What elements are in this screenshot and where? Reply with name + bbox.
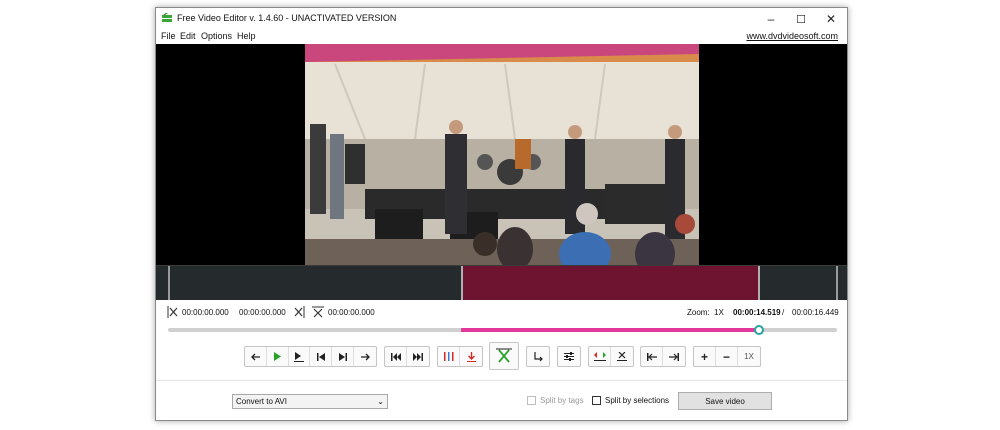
playback-controls bbox=[244, 346, 377, 367]
jump-start-icon bbox=[646, 352, 657, 361]
minimize-button[interactable]: – bbox=[756, 8, 786, 30]
next-frame-button[interactable] bbox=[354, 347, 376, 366]
app-window: Free Video Editor v. 1.4.60 - UNACTIVATE… bbox=[155, 7, 848, 421]
output-format-value: Convert to AVI bbox=[236, 397, 287, 406]
second-time: 00:00:00.000 bbox=[239, 308, 286, 317]
prev-marker-button[interactable] bbox=[310, 347, 333, 366]
save-video-button[interactable]: Save video bbox=[678, 392, 772, 410]
end-mark-icon[interactable] bbox=[293, 306, 305, 318]
skip-forward-icon bbox=[338, 352, 347, 361]
delete-selection-button[interactable] bbox=[611, 347, 633, 366]
settings-controls bbox=[557, 346, 581, 367]
download-marker-button[interactable] bbox=[460, 347, 482, 366]
video-frame-image bbox=[305, 44, 699, 265]
timeline-selection[interactable] bbox=[461, 266, 758, 300]
timeline-right-edge bbox=[836, 266, 838, 300]
prev-frame-button[interactable] bbox=[245, 347, 267, 366]
selection-end-handle[interactable] bbox=[758, 266, 760, 300]
split-by-tags-checkbox[interactable] bbox=[527, 396, 536, 405]
marker-bars-icon bbox=[443, 352, 453, 361]
menu-edit[interactable]: Edit bbox=[180, 31, 196, 41]
sliders-icon bbox=[564, 352, 574, 361]
split-controls bbox=[588, 346, 634, 367]
menu-file[interactable]: File bbox=[161, 31, 176, 41]
split-by-selections-checkbox[interactable] bbox=[592, 396, 601, 405]
timeline-track[interactable] bbox=[156, 265, 847, 300]
timeline-left-edge bbox=[168, 266, 170, 300]
window-title: Free Video Editor v. 1.4.60 - UNACTIVATE… bbox=[177, 13, 397, 23]
third-time: 00:00:00.000 bbox=[328, 308, 375, 317]
arrow-right-icon bbox=[360, 353, 370, 360]
time-separator: / bbox=[782, 308, 785, 317]
title-bar: Free Video Editor v. 1.4.60 - UNACTIVATE… bbox=[156, 8, 847, 30]
slider-thumb[interactable] bbox=[753, 325, 764, 335]
rotate-button[interactable] bbox=[527, 347, 549, 366]
menu-help[interactable]: Help bbox=[237, 31, 256, 41]
app-logo-icon bbox=[162, 13, 172, 22]
scissors-icon bbox=[496, 348, 512, 363]
total-time: 00:00:16.449 bbox=[792, 308, 839, 317]
jump-end-icon bbox=[669, 352, 679, 361]
split-button[interactable] bbox=[589, 347, 611, 366]
zoom-label: Zoom: bbox=[687, 308, 710, 317]
menu-bar: File Edit Options Help www.dvdvideosoft.… bbox=[156, 30, 847, 44]
video-preview[interactable] bbox=[156, 44, 847, 265]
rotate-icon bbox=[534, 351, 543, 361]
cut-button[interactable] bbox=[489, 342, 519, 370]
add-marker-button[interactable] bbox=[438, 347, 460, 366]
zoom-out-button[interactable]: − bbox=[716, 347, 738, 366]
maximize-button[interactable]: ☐ bbox=[786, 8, 816, 30]
go-to-start-button[interactable] bbox=[385, 347, 407, 366]
zoom-in-button[interactable]: + bbox=[694, 347, 716, 366]
marks-row: 00:00:00.000 00:00:00.000 00:00:00.000 Z… bbox=[156, 301, 847, 323]
current-time: 00:00:14.519 bbox=[733, 308, 781, 317]
arrow-left-icon bbox=[250, 353, 260, 360]
slider-selection-fill bbox=[461, 328, 758, 332]
output-format-select[interactable]: Convert to AVI ⌄ bbox=[232, 394, 388, 409]
zoom-controls: + − 1X bbox=[693, 346, 761, 367]
fast-forward-icon bbox=[413, 352, 423, 361]
marker-controls bbox=[437, 346, 483, 367]
play-icon bbox=[274, 352, 282, 361]
rewind-icon bbox=[390, 352, 401, 361]
selection-start-handle[interactable] bbox=[461, 266, 463, 300]
zoom-value: 1X bbox=[714, 308, 724, 317]
go-to-end-button[interactable] bbox=[407, 347, 429, 366]
jump-to-selection-end-button[interactable] bbox=[663, 347, 685, 366]
split-by-selections-label: Split by selections bbox=[605, 396, 670, 405]
cut-mark-icon[interactable] bbox=[312, 306, 324, 318]
split-icon bbox=[593, 352, 606, 361]
jump-to-selection-start-button[interactable] bbox=[641, 347, 663, 366]
play-selection-icon bbox=[294, 351, 305, 362]
close-button[interactable]: ✕ bbox=[816, 8, 846, 30]
play-selection-button[interactable] bbox=[289, 347, 311, 366]
position-slider[interactable] bbox=[168, 325, 837, 335]
next-marker-button[interactable] bbox=[332, 347, 355, 366]
menu-options[interactable]: Options bbox=[201, 31, 232, 41]
start-time: 00:00:00.000 bbox=[182, 308, 229, 317]
jump-controls bbox=[640, 346, 686, 367]
settings-button[interactable] bbox=[558, 347, 580, 366]
rotate-controls bbox=[526, 346, 550, 367]
skip-back-icon bbox=[316, 352, 325, 361]
seek-controls bbox=[384, 346, 430, 367]
play-button[interactable] bbox=[267, 347, 289, 366]
website-link[interactable]: www.dvdvideosoft.com bbox=[746, 31, 838, 41]
split-by-tags-label: Split by tags bbox=[540, 396, 584, 405]
chevron-down-icon: ⌄ bbox=[377, 397, 384, 406]
bottom-separator bbox=[156, 380, 847, 381]
download-icon bbox=[466, 351, 476, 362]
zoom-reset-button[interactable]: 1X bbox=[738, 347, 760, 366]
delete-icon bbox=[617, 352, 627, 361]
start-mark-icon[interactable] bbox=[167, 306, 179, 318]
